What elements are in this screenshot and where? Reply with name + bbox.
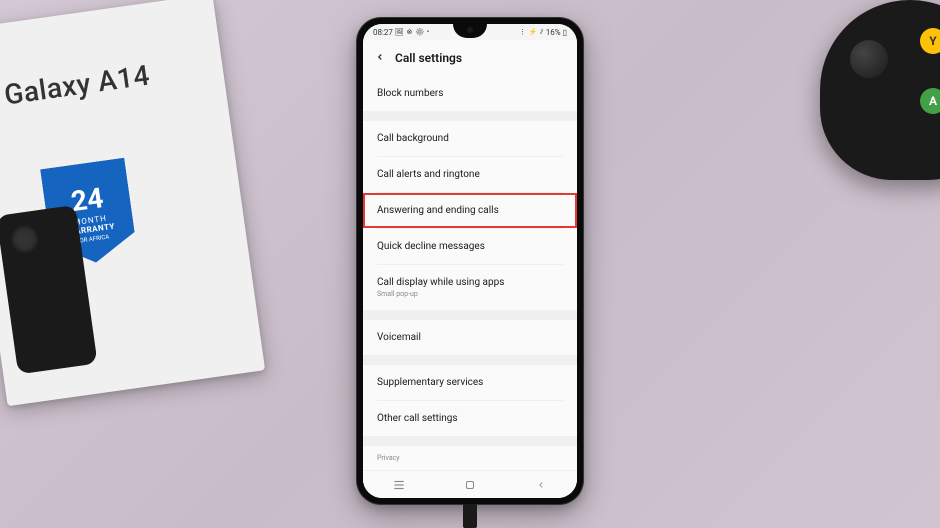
game-controller: Y B A <box>820 0 940 180</box>
phone-screen: 08:27 🖼 ⊗ ⚙ • ⋮ ⚡ ⫽ 16% ▯ Call settings … <box>363 24 577 498</box>
setting-call-alerts[interactable]: Call alerts and ringtone <box>363 157 577 192</box>
section-divider <box>363 310 577 320</box>
setting-block-numbers[interactable]: Block numbers <box>363 76 577 111</box>
page-title: Call settings <box>395 51 462 65</box>
nav-home-button[interactable] <box>445 479 495 491</box>
setting-voicemail[interactable]: Voicemail <box>363 320 577 355</box>
setting-quick-decline[interactable]: Quick decline messages <box>363 229 577 264</box>
settings-list[interactable]: Block numbers Call background Call alert… <box>363 76 577 498</box>
page-header: Call settings <box>363 40 577 76</box>
setting-answering-ending-calls[interactable]: Answering and ending calls <box>363 193 577 228</box>
battery-icon: ▯ <box>563 28 567 37</box>
setting-subtitle: Small pop-up <box>377 290 563 298</box>
status-right-icons: ⋮ ⚡ ⫽ <box>519 28 544 37</box>
product-box: Galaxy A14 24 MONTH WARRANTY FOR AFRICA <box>0 0 265 406</box>
nav-back-button[interactable] <box>516 480 566 490</box>
nav-recent-button[interactable] <box>374 480 424 490</box>
battery-percent: 16% <box>546 28 561 37</box>
status-left-icons: 🖼 ⊗ ⚙ • <box>395 28 430 36</box>
navigation-bar <box>363 470 577 498</box>
status-time: 08:27 <box>373 28 393 37</box>
section-divider <box>363 111 577 121</box>
section-divider <box>363 436 577 446</box>
controller-y-button: Y <box>920 28 940 54</box>
phone-device: 08:27 🖼 ⊗ ⚙ • ⋮ ⚡ ⫽ 16% ▯ Call settings … <box>357 18 583 504</box>
status-left: 08:27 🖼 ⊗ ⚙ • <box>373 28 430 37</box>
setting-call-background[interactable]: Call background <box>363 121 577 156</box>
privacy-section-label: Privacy <box>363 446 577 466</box>
status-right: ⋮ ⚡ ⫽ 16% ▯ <box>519 28 567 37</box>
setting-other-calls[interactable]: Other call settings <box>363 401 577 436</box>
back-icon[interactable] <box>375 50 385 66</box>
controller-a-button: A <box>920 88 940 114</box>
section-divider <box>363 355 577 365</box>
setting-supplementary[interactable]: Supplementary services <box>363 365 577 400</box>
setting-call-display[interactable]: Call display while using apps Small pop-… <box>363 265 577 310</box>
product-title: Galaxy A14 <box>2 58 152 111</box>
